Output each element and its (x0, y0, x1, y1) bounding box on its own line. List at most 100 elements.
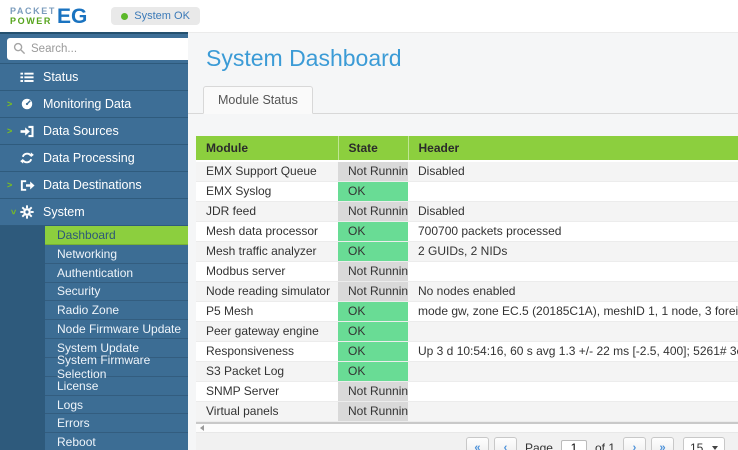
table-row: Modbus server Not Running (196, 262, 738, 282)
search-box: × (7, 38, 204, 60)
state-cell: OK (338, 342, 408, 362)
search-icon (13, 42, 26, 55)
sidebar-item-status[interactable]: Status (0, 64, 188, 91)
sidebar-item-label: Data Destinations (43, 178, 142, 192)
system-submenu-item[interactable]: Reboot (45, 433, 188, 450)
table-row: Mesh data processor OK 700700 packets pr… (196, 222, 738, 242)
main-content: System Dashboard Module Status Module St… (188, 32, 738, 450)
sidebar-item-label: Data Sources (43, 124, 119, 138)
sign-out-icon (20, 179, 43, 192)
list-icon (20, 71, 43, 84)
sidebar-item-data-processing[interactable]: Data Processing (0, 145, 188, 172)
sidebar-item-monitoring-data[interactable]: > Monitoring Data (0, 91, 188, 118)
module-cell: Responsiveness (196, 342, 338, 362)
header-cell: Up 3 d 10:54:16, 60 s avg 1.3 +/- 22 ms … (408, 342, 738, 362)
system-submenu: Dashboard Networking Authentication Secu… (0, 226, 188, 450)
chevron-right-icon: > (7, 180, 20, 190)
column-header-module: Module (196, 136, 338, 161)
sidebar-search-area: × (0, 34, 188, 64)
chevron-down-icon (712, 446, 718, 450)
table-header-row: Module State Header (196, 136, 738, 161)
system-submenu-item[interactable]: Dashboard (45, 226, 188, 245)
system-status-badge: System OK (111, 7, 200, 25)
header-cell: Disabled (408, 202, 738, 222)
logo-wordmark: PACKET POWER (10, 6, 56, 26)
submenu-item-label: Security (57, 284, 100, 298)
state-cell: Not Running (338, 161, 408, 182)
top-header-bar: PACKET POWER EG System OK (0, 0, 738, 32)
state-cell: Not Running (338, 202, 408, 222)
module-table-body: EMX Support Queue Not Running Disabled E… (196, 161, 738, 422)
chevron-right-icon: > (7, 99, 20, 109)
system-submenu-item[interactable]: Networking (45, 245, 188, 264)
table-row: Virtual panels Not Running (196, 402, 738, 422)
page-label: Page (525, 441, 553, 450)
page-size-value: 15 (690, 441, 703, 450)
submenu-item-label: License (57, 379, 98, 393)
scroll-left-arrow-icon[interactable] (200, 425, 204, 431)
logo-line-power: POWER (10, 16, 56, 26)
column-header-header: Header (408, 136, 738, 161)
tab-module-status[interactable]: Module Status (203, 86, 313, 114)
page-size-select[interactable]: 15 (683, 437, 725, 450)
table-row: P5 Mesh OK mode gw, zone EC.5 (20185C1A)… (196, 302, 738, 322)
system-submenu-item[interactable]: Node Firmware Update (45, 320, 188, 339)
state-cell: OK (338, 362, 408, 382)
submenu-item-label: Radio Zone (57, 303, 119, 317)
sidebar-nav: Status > Monitoring Data > (0, 64, 188, 226)
state-cell: Not Running (338, 262, 408, 282)
gauge-icon (20, 97, 43, 111)
header-cell (408, 322, 738, 342)
header-cell: No nodes enabled (408, 282, 738, 302)
system-submenu-item[interactable]: System Firmware Selection (45, 358, 188, 377)
chevron-right-icon: > (7, 126, 20, 136)
header-cell: mode gw, zone EC.5 (20185C1A), meshID 1,… (408, 302, 738, 322)
header-cell: 700700 packets processed (408, 222, 738, 242)
next-page-button[interactable]: › (623, 437, 646, 450)
table-row: Responsiveness OK Up 3 d 10:54:16, 60 s … (196, 342, 738, 362)
first-page-button[interactable]: « (466, 437, 489, 450)
gear-icon (20, 205, 43, 219)
state-cell: OK (338, 182, 408, 202)
app-window: PACKET POWER EG System OK × (0, 0, 738, 450)
header-cell: Disabled (408, 161, 738, 182)
table-row: S3 Packet Log OK (196, 362, 738, 382)
prev-page-button[interactable]: ‹ (494, 437, 517, 450)
system-submenu-item[interactable]: Radio Zone (45, 301, 188, 320)
sidebar-item-system[interactable]: > (0, 199, 188, 226)
table-row: EMX Support Queue Not Running Disabled (196, 161, 738, 182)
state-cell: Not Running (338, 282, 408, 302)
sidebar-item-data-destinations[interactable]: > Data Destinations (0, 172, 188, 199)
search-input[interactable] (31, 43, 185, 55)
header-cell (408, 262, 738, 282)
page-count-label: of 1 (595, 441, 615, 450)
system-submenu-item[interactable]: Security (45, 283, 188, 302)
horizontal-scrollbar[interactable] (196, 424, 738, 433)
packet-power-logo: PACKET POWER EG (10, 6, 87, 27)
page-number-input[interactable] (561, 440, 587, 450)
submenu-item-label: Dashboard (57, 228, 116, 242)
submenu-item-label: Reboot (57, 435, 96, 449)
module-cell: P5 Mesh (196, 302, 338, 322)
system-submenu-item[interactable]: Logs (45, 396, 188, 415)
table-row: SNMP Server Not Running (196, 382, 738, 402)
last-page-button[interactable]: » (651, 437, 674, 450)
table-row: Mesh traffic analyzer OK 2 GUIDs, 2 NIDs (196, 242, 738, 262)
table-row: Node reading simulator Not Running No no… (196, 282, 738, 302)
table-row: Peer gateway engine OK (196, 322, 738, 342)
state-cell: Not Running (338, 382, 408, 402)
system-submenu-item[interactable]: Authentication (45, 264, 188, 283)
module-cell: Virtual panels (196, 402, 338, 422)
module-cell: SNMP Server (196, 382, 338, 402)
module-cell: S3 Packet Log (196, 362, 338, 382)
sidebar-item-label: Data Processing (43, 151, 135, 165)
status-ok-dot-icon (121, 13, 128, 20)
state-cell: Not Running (338, 402, 408, 422)
header-cell (408, 182, 738, 202)
sidebar-item-data-sources[interactable]: > Data Sources (0, 118, 188, 145)
submenu-item-label: Errors (57, 416, 90, 430)
pagination-bar: « ‹ Page of 1 › » 15 (196, 433, 738, 450)
system-submenu-item[interactable]: Errors (45, 414, 188, 433)
submenu-item-label: Networking (57, 247, 117, 261)
module-cell: Modbus server (196, 262, 338, 282)
